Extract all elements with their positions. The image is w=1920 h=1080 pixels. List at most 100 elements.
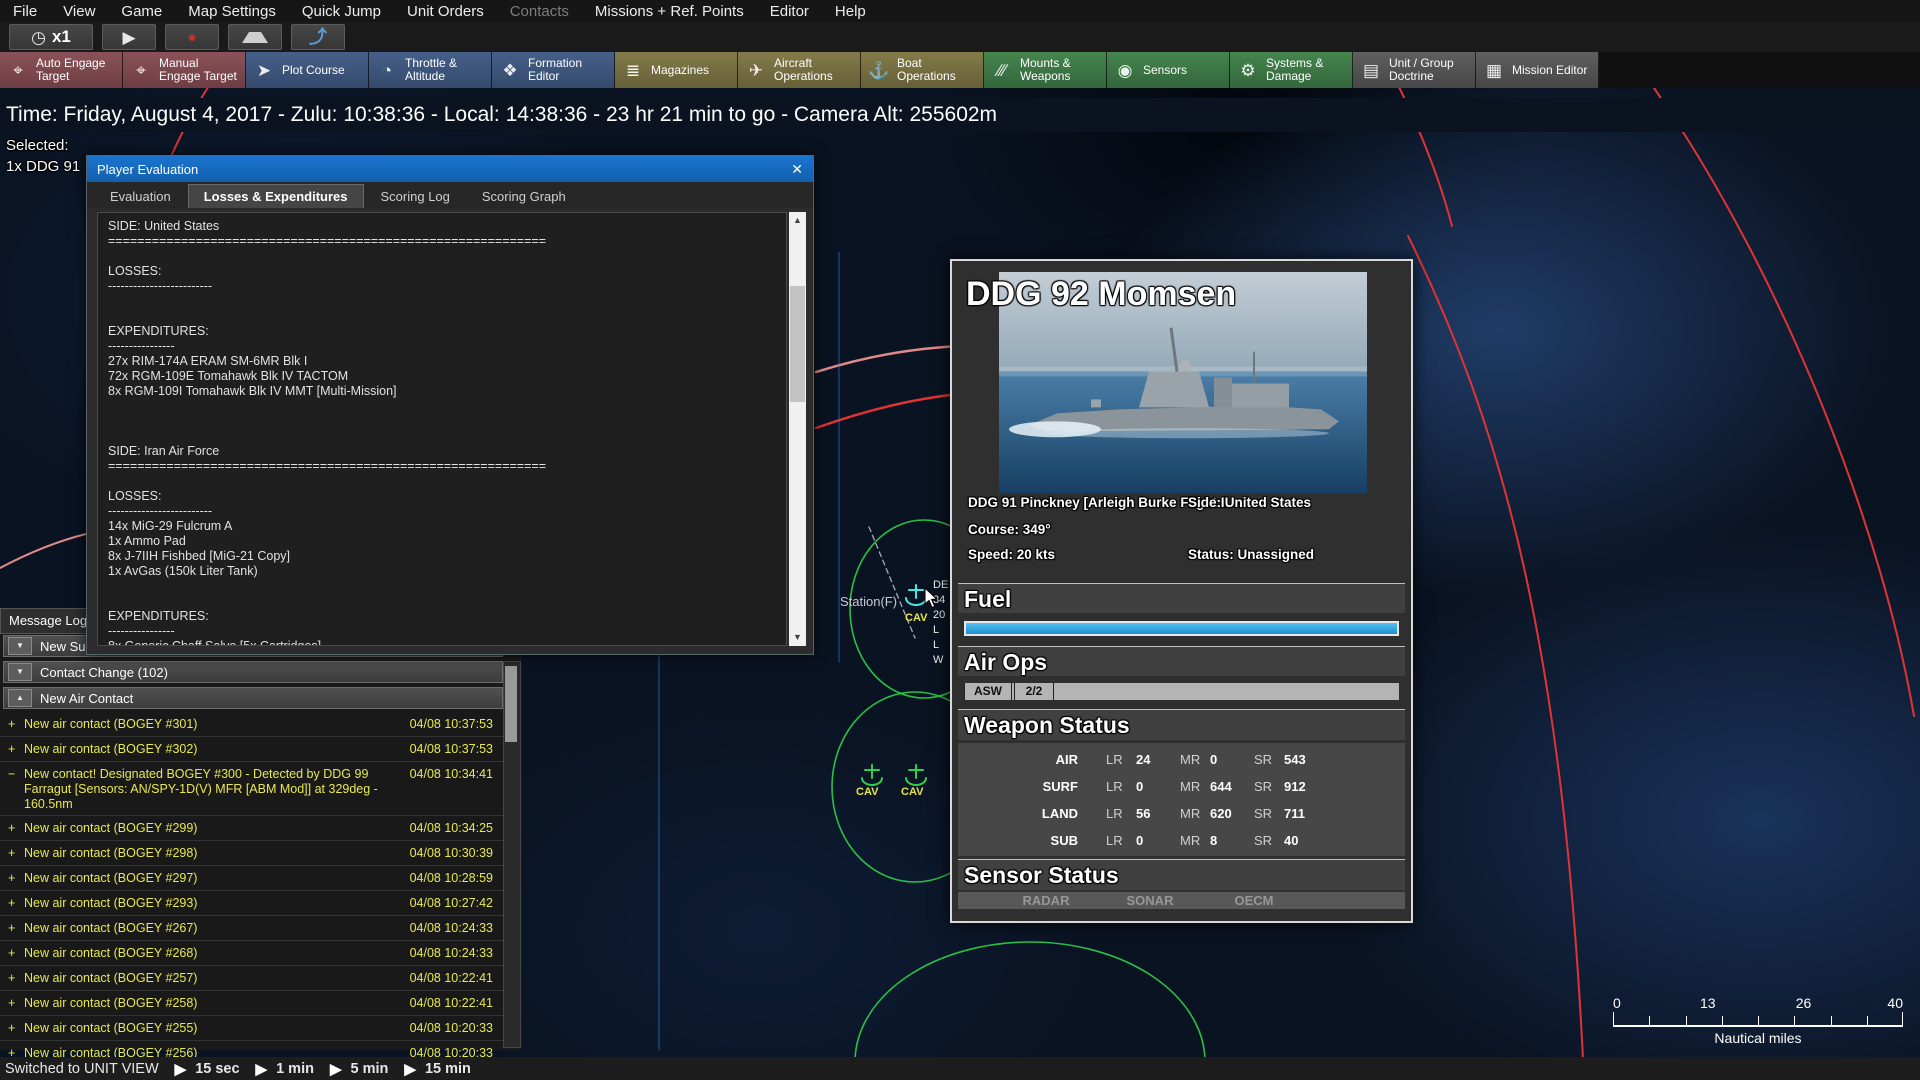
station-label: Station(F) [840,594,898,609]
menu-item[interactable]: View [50,3,108,20]
toolbar-button-icon: ➤ [256,60,272,80]
toolbar-button-icon: ⚓ [868,60,890,80]
message-row[interactable]: + New air contact (BOGEY #257) 04/08 10:… [0,966,503,991]
scroll-up-icon[interactable]: ▲ [789,212,806,229]
toolbar-button[interactable]: ❖ Formation Editor [492,52,615,88]
time-step-button[interactable]: ▶ 5 min [330,1060,388,1078]
step-arrow-icon: ▶ [329,1060,342,1078]
content-line: ---------------- [108,624,175,638]
toolbar-button-icon: ⚙ [1240,60,1256,80]
toolbar-button[interactable]: ⚙ Systems & Damage [1230,52,1353,88]
scroll-down-icon[interactable]: ▼ [789,629,806,646]
menu-item[interactable]: Game [108,3,175,20]
expand-icon[interactable]: + [8,921,15,936]
expand-icon[interactable]: + [8,896,15,911]
mr-column-label: MR [1180,833,1201,848]
chevron-toggle-icon[interactable]: ▼ [8,637,32,655]
message-text: New air contact (BOGEY #293) [24,896,198,910]
menu-item[interactable]: Map Settings [175,3,289,20]
message-group-row[interactable]: ▲ New Air Contact [3,687,503,709]
message-row[interactable]: − New contact! Designated BOGEY #300 - D… [0,762,503,816]
toolbar-button-label: Mounts & Weapons [1020,56,1071,83]
menu-item[interactable]: Editor [757,3,822,20]
airops-bar: ASW 2/2 [964,683,1399,700]
toolbar-button[interactable]: ≣ Magazines [615,52,738,88]
expand-icon[interactable]: + [8,996,15,1011]
dialog-tab[interactable]: Evaluation [95,185,186,208]
message-group-row[interactable]: ▼ Contact Change (102) [3,661,503,683]
time-step-button[interactable]: ▶ 15 sec [175,1060,240,1078]
time-step-button[interactable]: ▶ 15 min [404,1060,470,1078]
close-icon[interactable]: ✕ [791,161,803,178]
message-row[interactable]: + New air contact (BOGEY #258) 04/08 10:… [0,991,503,1016]
map-display-button[interactable] [228,24,282,50]
jump-button[interactable]: ⤴ [291,24,345,50]
sr-column-label: SR [1254,806,1273,821]
unit-label-cav[interactable]: CAV [901,786,923,798]
chevron-toggle-icon[interactable]: ▼ [8,663,32,681]
message-row[interactable]: + New air contact (BOGEY #298) 04/08 10:… [0,841,503,866]
expand-icon[interactable]: + [8,717,15,732]
toolbar-button[interactable]: ◉ Sensors [1107,52,1230,88]
lr-value: 24 [1136,752,1151,767]
toolbar-button[interactable]: ▦ Mission Editor [1476,52,1599,88]
message-row[interactable]: + New air contact (BOGEY #268) 04/08 10:… [0,941,503,966]
toolbar-button[interactable]: ∕∕∕ Mounts & Weapons [984,52,1107,88]
toolbar-button[interactable]: ➤ Plot Course [246,52,369,88]
dialog-scrollbar[interactable]: ▲ ▼ [789,212,806,646]
scrollbar-thumb[interactable] [505,666,517,742]
message-row[interactable]: + New air contact (BOGEY #255) 04/08 10:… [0,1016,503,1041]
toolbar-button[interactable]: ⌖ Manual Engage Target [123,52,246,88]
toolbar-button-label: Mission Editor [1512,62,1588,77]
weapon-row: AIR LR 24 MR 0 SR 543 [958,746,1405,773]
message-timestamp: 04/08 10:34:25 [409,821,493,835]
message-row[interactable]: + New air contact (BOGEY #302) 04/08 10:… [0,737,503,762]
toolbar-button[interactable]: ◔ Throttle & Altitude [369,52,492,88]
expand-icon[interactable]: + [8,846,15,861]
dialog-title-bar[interactable]: Player Evaluation ✕ [87,156,813,182]
expand-icon[interactable]: + [8,946,15,961]
unit-label-cav[interactable]: CAV [905,612,927,624]
message-text: New air contact (BOGEY #299) [24,821,198,835]
message-row[interactable]: + New air contact (BOGEY #267) 04/08 10:… [0,916,503,941]
dialog-tab[interactable]: Scoring Log [366,185,465,208]
scrollbar-thumb[interactable] [790,286,805,402]
toolbar-button[interactable]: ⚓ Boat Operations [861,52,984,88]
toolbar-button[interactable]: ✈ Aircraft Operations [738,52,861,88]
message-log-tab[interactable]: Message Log [0,608,92,634]
message-row[interactable]: + New air contact (BOGEY #301) 04/08 10:… [0,712,503,737]
menu-item[interactable]: Contacts [497,3,582,20]
menu-item[interactable]: Help [822,3,879,20]
message-scrollbar[interactable] [503,661,521,1048]
time-step-button[interactable]: ▶ 1 min [256,1060,314,1078]
content-line [108,594,776,609]
expand-icon[interactable]: − [8,767,15,782]
mr-value: 644 [1210,779,1232,794]
lr-column-label: LR [1106,752,1123,767]
expand-icon[interactable]: + [8,1021,15,1036]
toolbar-button-label: Boat Operations [897,56,956,83]
menu-item[interactable]: File [0,3,50,20]
expand-icon[interactable]: + [8,871,15,886]
expand-icon[interactable]: + [8,971,15,986]
expand-icon[interactable]: + [8,742,15,757]
unit-label-cav[interactable]: CAV [856,786,878,798]
toolbar-button[interactable]: ⌖ Auto Engage Target [0,52,123,88]
play-button[interactable]: ▶ [102,24,156,50]
toolbar-button-label: Systems & Damage [1266,56,1324,83]
message-row[interactable]: + New air contact (BOGEY #299) 04/08 10:… [0,816,503,841]
dialog-tab[interactable]: Losses & Expenditures [187,184,364,208]
chevron-toggle-icon[interactable]: ▲ [8,689,32,707]
toolbar-button[interactable]: ▤ Unit / Group Doctrine [1353,52,1476,88]
message-row[interactable]: + New air contact (BOGEY #293) 04/08 10:… [0,891,503,916]
time-compression-button[interactable]: ◷ x1 [9,24,93,50]
message-group-label: Contact Change (102) [40,664,168,680]
expand-icon[interactable]: + [8,821,15,836]
menu-item[interactable]: Quick Jump [289,3,394,20]
record-button[interactable]: ● [165,24,219,50]
menu-item[interactable]: Missions + Ref. Points [582,3,757,20]
message-row[interactable]: + New air contact (BOGEY #297) 04/08 10:… [0,866,503,891]
dialog-title: Player Evaluation [97,161,199,177]
menu-item[interactable]: Unit Orders [394,3,497,20]
dialog-tab[interactable]: Scoring Graph [467,185,581,208]
